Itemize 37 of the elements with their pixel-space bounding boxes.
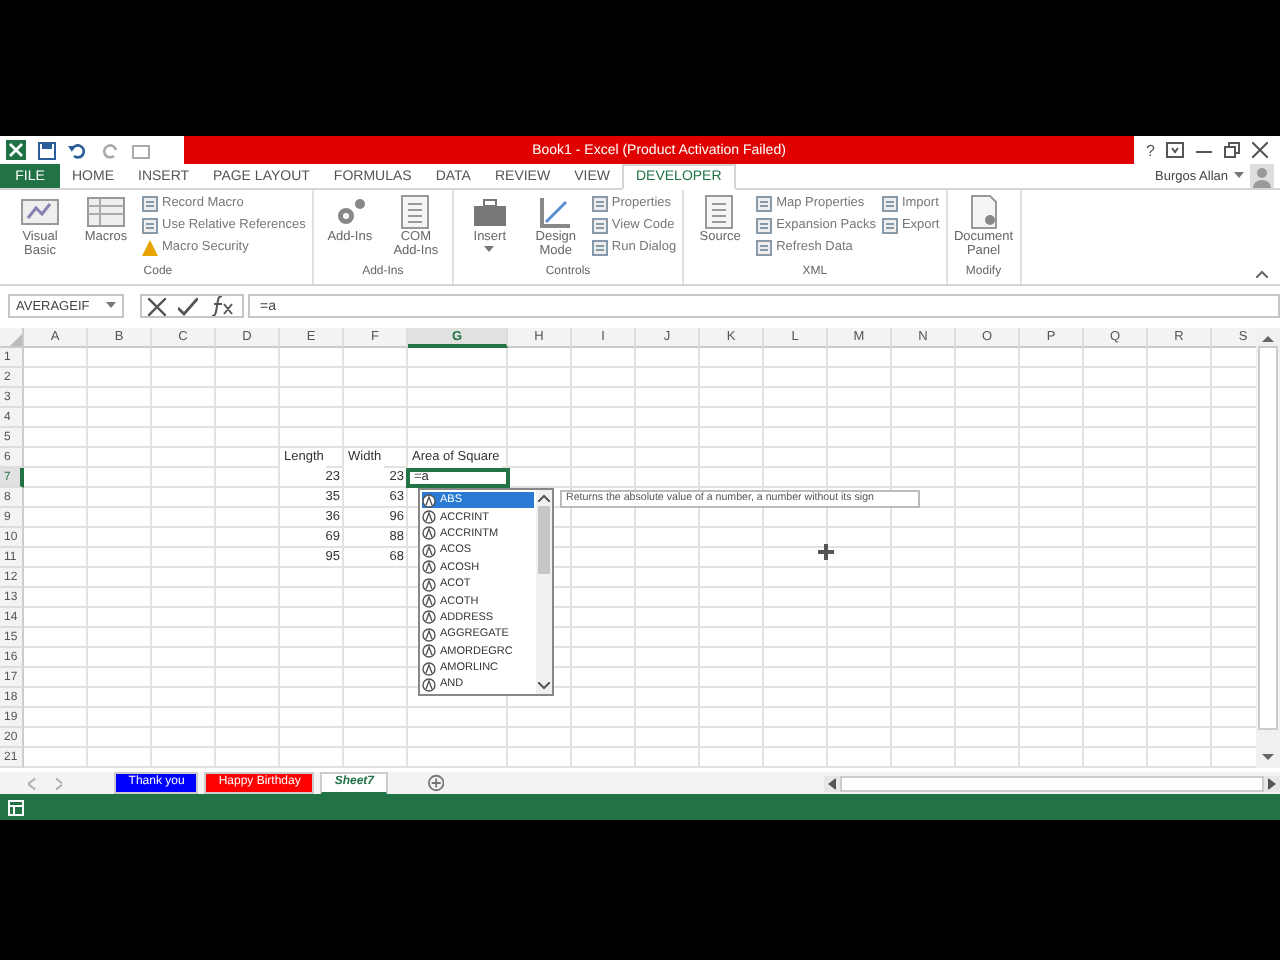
toolbox-icon — [469, 194, 510, 230]
list-icon — [142, 217, 158, 233]
restore-icon[interactable] — [1224, 142, 1241, 158]
insert-function-icon[interactable] — [211, 296, 236, 316]
horizontal-scrollbar[interactable] — [824, 775, 1280, 791]
list-icon — [591, 217, 608, 233]
undo-icon[interactable] — [68, 141, 88, 159]
table-icon — [86, 194, 126, 230]
cursor-icon — [818, 544, 834, 560]
help-button[interactable]: ? — [1145, 141, 1155, 159]
check-icon[interactable] — [178, 297, 199, 315]
list-icon — [591, 195, 608, 211]
ruler-icon — [535, 194, 576, 230]
vertical-scrollbar[interactable] — [1256, 328, 1280, 768]
chart-window-icon — [20, 194, 60, 230]
close-icon[interactable] — [1252, 142, 1269, 158]
save-icon[interactable] — [38, 141, 56, 159]
scroll-right-icon[interactable] — [1268, 777, 1276, 789]
list-icon — [881, 217, 898, 233]
list-icon — [591, 239, 608, 255]
list-icon — [756, 217, 773, 233]
scroll-up-icon[interactable] — [538, 494, 550, 502]
caret-icon[interactable] — [1234, 172, 1244, 180]
collapse-ribbon-icon[interactable] — [1256, 270, 1268, 278]
ribbon-display-icon[interactable] — [1166, 142, 1185, 158]
add-sheet-icon[interactable] — [428, 774, 445, 792]
scroll-down-icon[interactable] — [538, 682, 550, 690]
list-icon — [142, 195, 158, 211]
scrollbar[interactable] — [536, 490, 552, 694]
list-icon — [881, 195, 898, 211]
caret-icon[interactable] — [106, 302, 116, 310]
cancel-icon[interactable] — [148, 297, 167, 315]
scroll-up-icon[interactable] — [1262, 334, 1274, 342]
scroll-down-icon[interactable] — [1262, 754, 1274, 762]
warning-icon — [142, 239, 158, 255]
list-icon — [756, 195, 773, 211]
list-icon — [756, 239, 773, 255]
